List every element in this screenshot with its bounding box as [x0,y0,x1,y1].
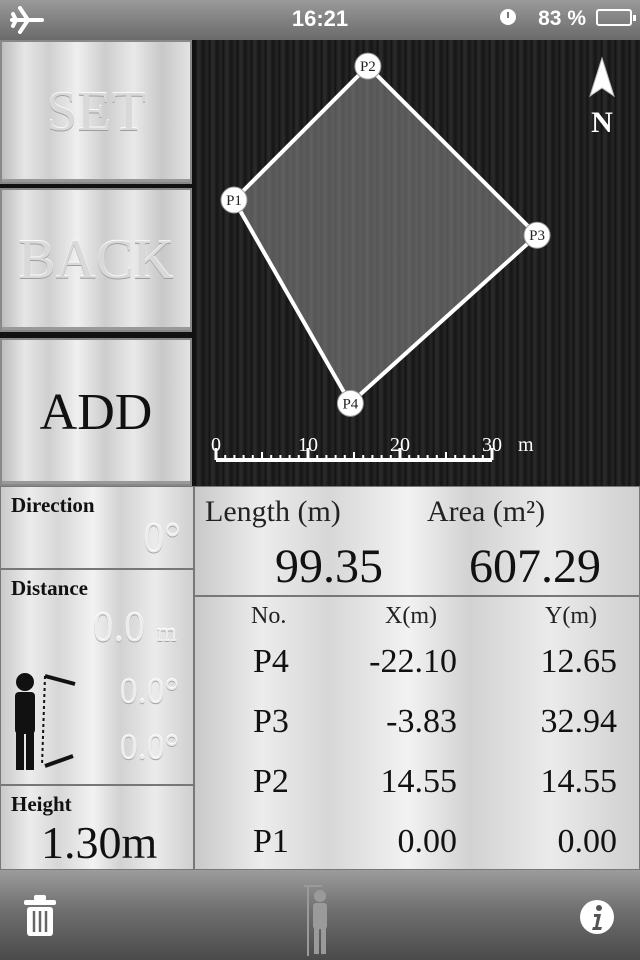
area-value: 607.29 [469,540,601,593]
person-angle-icon [15,673,76,770]
height-value: 1.30m [41,817,158,868]
battery-icon [596,9,636,26]
row-x: -3.83 [386,703,457,740]
info-icon[interactable] [578,898,616,936]
clock-icon [500,9,516,25]
map-point-p1: P1 [220,186,248,214]
trash-icon[interactable] [22,894,58,938]
area-label: Area (m²) [427,495,546,528]
table-header-x: X(m) [385,603,437,629]
map-canvas: P1P2P3P4 N 0 10 20 30 m [211,52,615,462]
table-header-y: Y(m) [545,603,597,629]
distance-unit: m [156,618,177,647]
bottom-toolbar [0,870,640,960]
table-header-no: No. [251,603,287,629]
height-panel[interactable]: Height 1.30m [0,785,194,870]
compass-label: N [591,106,613,139]
row-y: 12.65 [540,643,618,680]
summary-panel: Length (m) Area (m²) 99.35 607.29 [194,486,640,596]
map-point-p4: P4 [336,389,364,417]
svg-text:P2: P2 [360,59,376,75]
distance-value: 0.0 [92,605,146,651]
length-value: 99.35 [275,540,383,593]
polygon-area [231,63,540,407]
row-x: -22.10 [369,643,457,680]
polygon-map: P1 P2 P3 P4 N 0 10 20 30 m [196,40,640,486]
length-label: Length (m) [205,495,341,528]
height-label: Height [11,792,72,816]
angle-top: 0.0° [119,671,179,711]
battery-percent: 83 % [538,7,586,30]
direction-label: Direction [11,493,95,517]
north-arrow-icon: N [589,56,615,139]
row-x: 0.00 [397,823,458,860]
map-point-p2: P2 [354,52,382,80]
distance-label: Distance [11,576,88,600]
set-button[interactable]: SET [0,40,192,184]
svg-text:P3: P3 [529,228,545,244]
back-button[interactable]: BACK [0,188,192,332]
distance-panel: Distance 0.0 m 0.0° 0.0° [0,569,194,785]
row-y: 0.00 [557,823,618,860]
row-point: P2 [253,763,289,800]
svg-text:P1: P1 [226,193,242,209]
person-height-icon[interactable] [300,880,340,960]
direction-value: 0° [143,516,181,562]
map-point-p3: P3 [523,221,551,249]
svg-text:P4: P4 [342,396,358,412]
coordinates-table: No. X(m) Y(m) P4 -22.10 12.65 P3 -3.83 3… [194,596,640,870]
row-point: P3 [253,703,289,740]
add-button[interactable]: ADD [0,338,192,486]
row-y: 32.94 [540,703,618,740]
row-point: P4 [253,643,289,680]
status-bar: 16:21 83 % [0,0,640,40]
row-point: P1 [253,823,289,860]
scale-unit: m [518,434,534,456]
angle-bottom: 0.0° [119,727,179,767]
direction-panel: Direction 0° [0,486,194,569]
row-y: 14.55 [540,763,618,800]
row-x: 14.55 [380,763,458,800]
